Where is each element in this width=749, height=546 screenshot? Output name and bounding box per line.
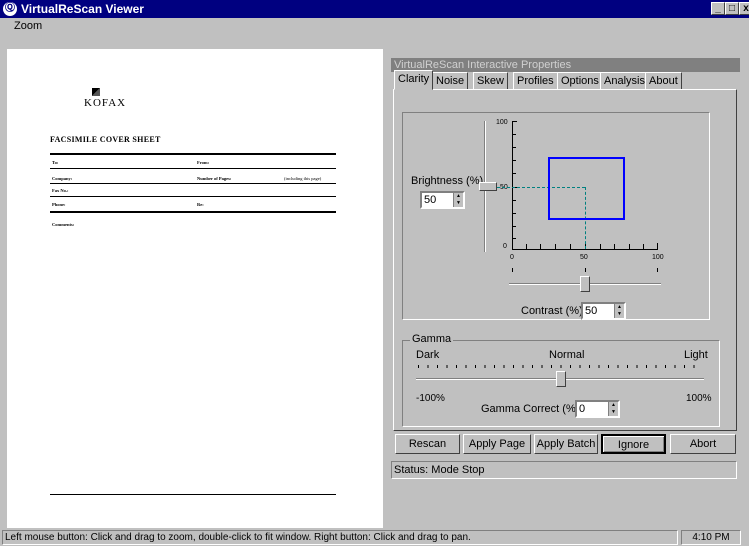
apply-page-button[interactable]: Apply Page xyxy=(463,434,531,454)
doc-field-company: Company: xyxy=(52,176,73,181)
spinner-arrows-icon[interactable]: ▲ ▼ xyxy=(608,402,618,416)
x-tick xyxy=(540,244,541,249)
gamma-group-title: Gamma xyxy=(410,333,454,345)
ignore-button[interactable]: Ignore xyxy=(601,434,666,454)
x-tick xyxy=(570,244,571,249)
tab-skew[interactable]: Skew xyxy=(473,72,508,90)
app-icon[interactable]: Ⓠ xyxy=(3,2,17,16)
doc-field-pages: Number of Pages: xyxy=(197,176,232,181)
minimize-button[interactable]: _ xyxy=(711,2,725,15)
y-tick xyxy=(512,121,517,122)
kofax-logo-icon xyxy=(92,88,100,96)
doc-rule xyxy=(50,211,336,213)
x-tick xyxy=(643,244,644,249)
x-label-0: 0 xyxy=(510,254,514,261)
status-time: 4:10 PM xyxy=(681,530,741,545)
gamma-value: 0 xyxy=(579,403,586,415)
fax-heading: Facsimile Cover Sheet xyxy=(50,135,161,144)
spinner-arrows-icon[interactable]: ▲ ▼ xyxy=(453,193,463,207)
x-tick xyxy=(600,244,601,249)
gamma-spinner[interactable]: 0 ▲ ▼ xyxy=(575,400,620,418)
gamma-min-label: -100% xyxy=(416,393,445,404)
x-tick xyxy=(526,244,527,249)
gamma-ticks xyxy=(418,365,702,368)
graph-x-axis xyxy=(512,249,658,250)
maximize-button[interactable]: □ xyxy=(725,2,739,15)
brightness-slider-thumb[interactable] xyxy=(479,182,497,191)
x-tick xyxy=(555,244,556,249)
y-tick xyxy=(512,226,516,227)
contrast-tick xyxy=(512,268,513,272)
menu-zoom[interactable]: Zoom xyxy=(14,20,42,32)
abort-button[interactable]: Abort xyxy=(670,434,736,454)
clarity-region-box[interactable] xyxy=(548,157,625,220)
y-tick xyxy=(512,147,516,148)
contrast-spinner[interactable]: 50 ▲ ▼ xyxy=(581,302,626,320)
y-tick xyxy=(512,200,516,201)
y-label-100: 100 xyxy=(496,119,508,126)
brightness-label: Brightness (%): xyxy=(411,175,487,187)
tab-clarity[interactable]: Clarity xyxy=(394,70,434,90)
tab-options[interactable]: Options xyxy=(557,72,603,90)
y-label-0: 0 xyxy=(503,243,507,250)
tab-profiles[interactable]: Profiles xyxy=(513,72,558,90)
gamma-dark-label: Dark xyxy=(416,349,440,361)
graph-y-axis xyxy=(512,121,513,250)
doc-field-from: From: xyxy=(197,160,210,165)
apply-batch-button[interactable]: Apply Batch xyxy=(534,434,598,454)
gamma-light-label: Light xyxy=(684,349,708,361)
status-message: Left mouse button: Click and drag to zoo… xyxy=(2,530,678,545)
doc-rule xyxy=(50,168,336,169)
doc-rule xyxy=(50,196,336,197)
y-tick xyxy=(512,238,516,239)
x-tick xyxy=(657,243,658,249)
y-tick xyxy=(512,160,516,161)
doc-field-pages-note: (including this page) xyxy=(284,176,322,181)
y-tick xyxy=(512,134,516,135)
tab-analysis[interactable]: Analysis xyxy=(600,72,649,90)
doc-field-comments: Comments: xyxy=(52,222,75,227)
doc-rule xyxy=(50,183,336,184)
y-tick xyxy=(512,213,516,214)
x-tick xyxy=(614,244,615,249)
title-bar: Ⓠ VirtualReScan Viewer _ □ x xyxy=(0,0,749,18)
contrast-slider-thumb[interactable] xyxy=(580,276,590,292)
doc-field-re: Re: xyxy=(197,202,204,207)
gamma-max-label: 100% xyxy=(686,393,712,404)
doc-field-phone: Phone: xyxy=(52,202,66,207)
brightness-value: 50 xyxy=(424,194,437,206)
gamma-correct-label: Gamma Correct (%): xyxy=(481,403,583,415)
y-tick xyxy=(512,173,516,174)
doc-field-fax: Fax No.: xyxy=(52,188,69,193)
tab-noise[interactable]: Noise xyxy=(432,72,469,90)
gamma-slider-thumb[interactable] xyxy=(556,371,566,387)
document-page[interactable] xyxy=(7,49,383,528)
window-title: VirtualReScan Viewer xyxy=(21,2,144,16)
properties-title: VirtualReScan Interactive Properties xyxy=(391,58,740,72)
x-label-100: 100 xyxy=(652,254,664,261)
brightness-spinner[interactable]: 50 ▲ ▼ xyxy=(420,191,465,209)
menu-bar: Zoom xyxy=(0,18,749,35)
x-tick xyxy=(629,244,630,249)
mode-status: Status: Mode Stop xyxy=(391,461,737,479)
doc-footer-rule xyxy=(50,494,336,495)
x-label-50: 50 xyxy=(580,254,588,261)
contrast-label: Contrast (%): xyxy=(521,305,586,317)
contrast-tick xyxy=(585,268,586,272)
contrast-value: 50 xyxy=(585,305,598,317)
doc-rule xyxy=(50,153,336,155)
doc-field-to: To: xyxy=(52,160,59,165)
spinner-arrows-icon[interactable]: ▲ ▼ xyxy=(614,304,624,318)
close-button[interactable]: x xyxy=(739,2,749,15)
kofax-logo-text: KOFAX xyxy=(84,97,127,109)
tab-about[interactable]: About xyxy=(645,72,682,90)
gamma-normal-label: Normal xyxy=(549,349,585,361)
rescan-button[interactable]: Rescan xyxy=(395,434,460,454)
contrast-tick xyxy=(657,268,658,272)
